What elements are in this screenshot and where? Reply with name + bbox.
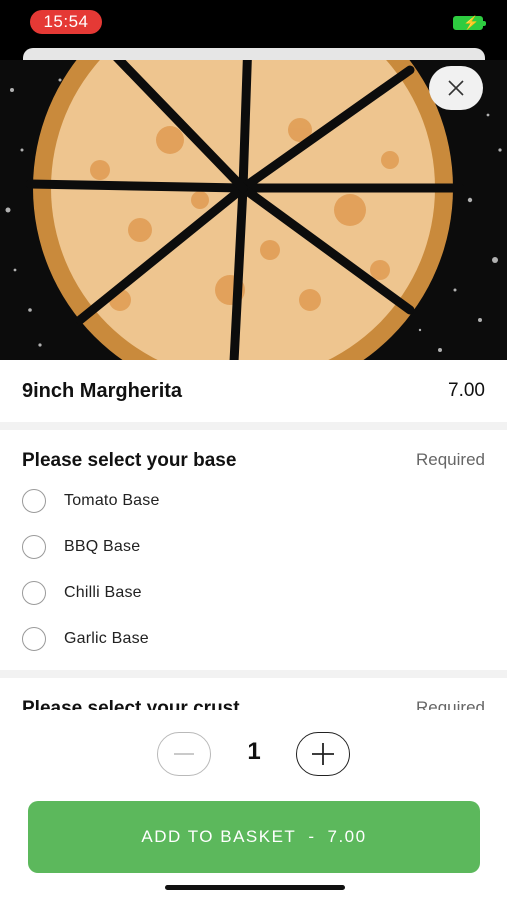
option-label: Garlic Base — [64, 630, 149, 647]
option-chilli-base[interactable]: Chilli Base — [22, 570, 485, 616]
option-garlic-base[interactable]: Garlic Base — [22, 616, 485, 662]
order-footer: 1 ADD TO BASKET - 7.00 — [0, 710, 507, 900]
divider — [0, 422, 507, 430]
item-header: 9inch Margherita 7.00 — [0, 360, 507, 422]
battery-charging-icon: ⚡ — [453, 15, 486, 30]
status-time: 15:54 — [30, 10, 102, 34]
group-title-base: Please select your base — [22, 450, 237, 471]
quantity-value: 1 — [247, 738, 261, 765]
decrease-quantity-button[interactable] — [157, 732, 211, 776]
item-name: 9inch Margherita — [22, 379, 183, 402]
radio-button[interactable] — [22, 489, 46, 513]
close-icon — [448, 80, 464, 96]
item-options-panel[interactable]: 9inch Margherita 7.00 Please select your… — [0, 360, 507, 710]
plus-icon — [312, 743, 334, 765]
required-label: Required — [416, 450, 485, 469]
add-to-basket-button[interactable]: ADD TO BASKET - 7.00 — [28, 801, 480, 873]
radio-button[interactable] — [22, 627, 46, 651]
option-bbq-base[interactable]: BBQ Base — [22, 524, 485, 570]
radio-button[interactable] — [22, 581, 46, 605]
add-button-amount: 7.00 — [327, 827, 367, 846]
divider — [0, 670, 507, 678]
increase-quantity-button[interactable] — [296, 732, 350, 776]
base-option-group: Please select your base Required Tomato … — [0, 430, 507, 662]
option-label: BBQ Base — [64, 538, 141, 555]
minus-icon — [174, 753, 194, 755]
option-label: Chilli Base — [64, 584, 142, 601]
add-button-separator: - — [308, 827, 316, 846]
item-photo — [0, 60, 507, 360]
option-tomato-base[interactable]: Tomato Base — [22, 478, 485, 524]
radio-button[interactable] — [22, 535, 46, 559]
quantity-stepper: 1 — [0, 730, 507, 780]
option-label: Tomato Base — [64, 492, 160, 509]
status-bar: 15:54 ⚡ — [0, 0, 507, 46]
home-indicator[interactable] — [165, 885, 345, 890]
required-label: Required — [416, 698, 485, 710]
group-title-crust: Please select your crust — [22, 698, 240, 710]
crust-option-group: Please select your crust Required — [0, 678, 507, 710]
pizza-image — [0, 60, 507, 360]
item-price: 7.00 — [448, 380, 485, 401]
add-button-label: ADD TO BASKET — [141, 827, 297, 846]
close-button[interactable] — [429, 66, 483, 110]
